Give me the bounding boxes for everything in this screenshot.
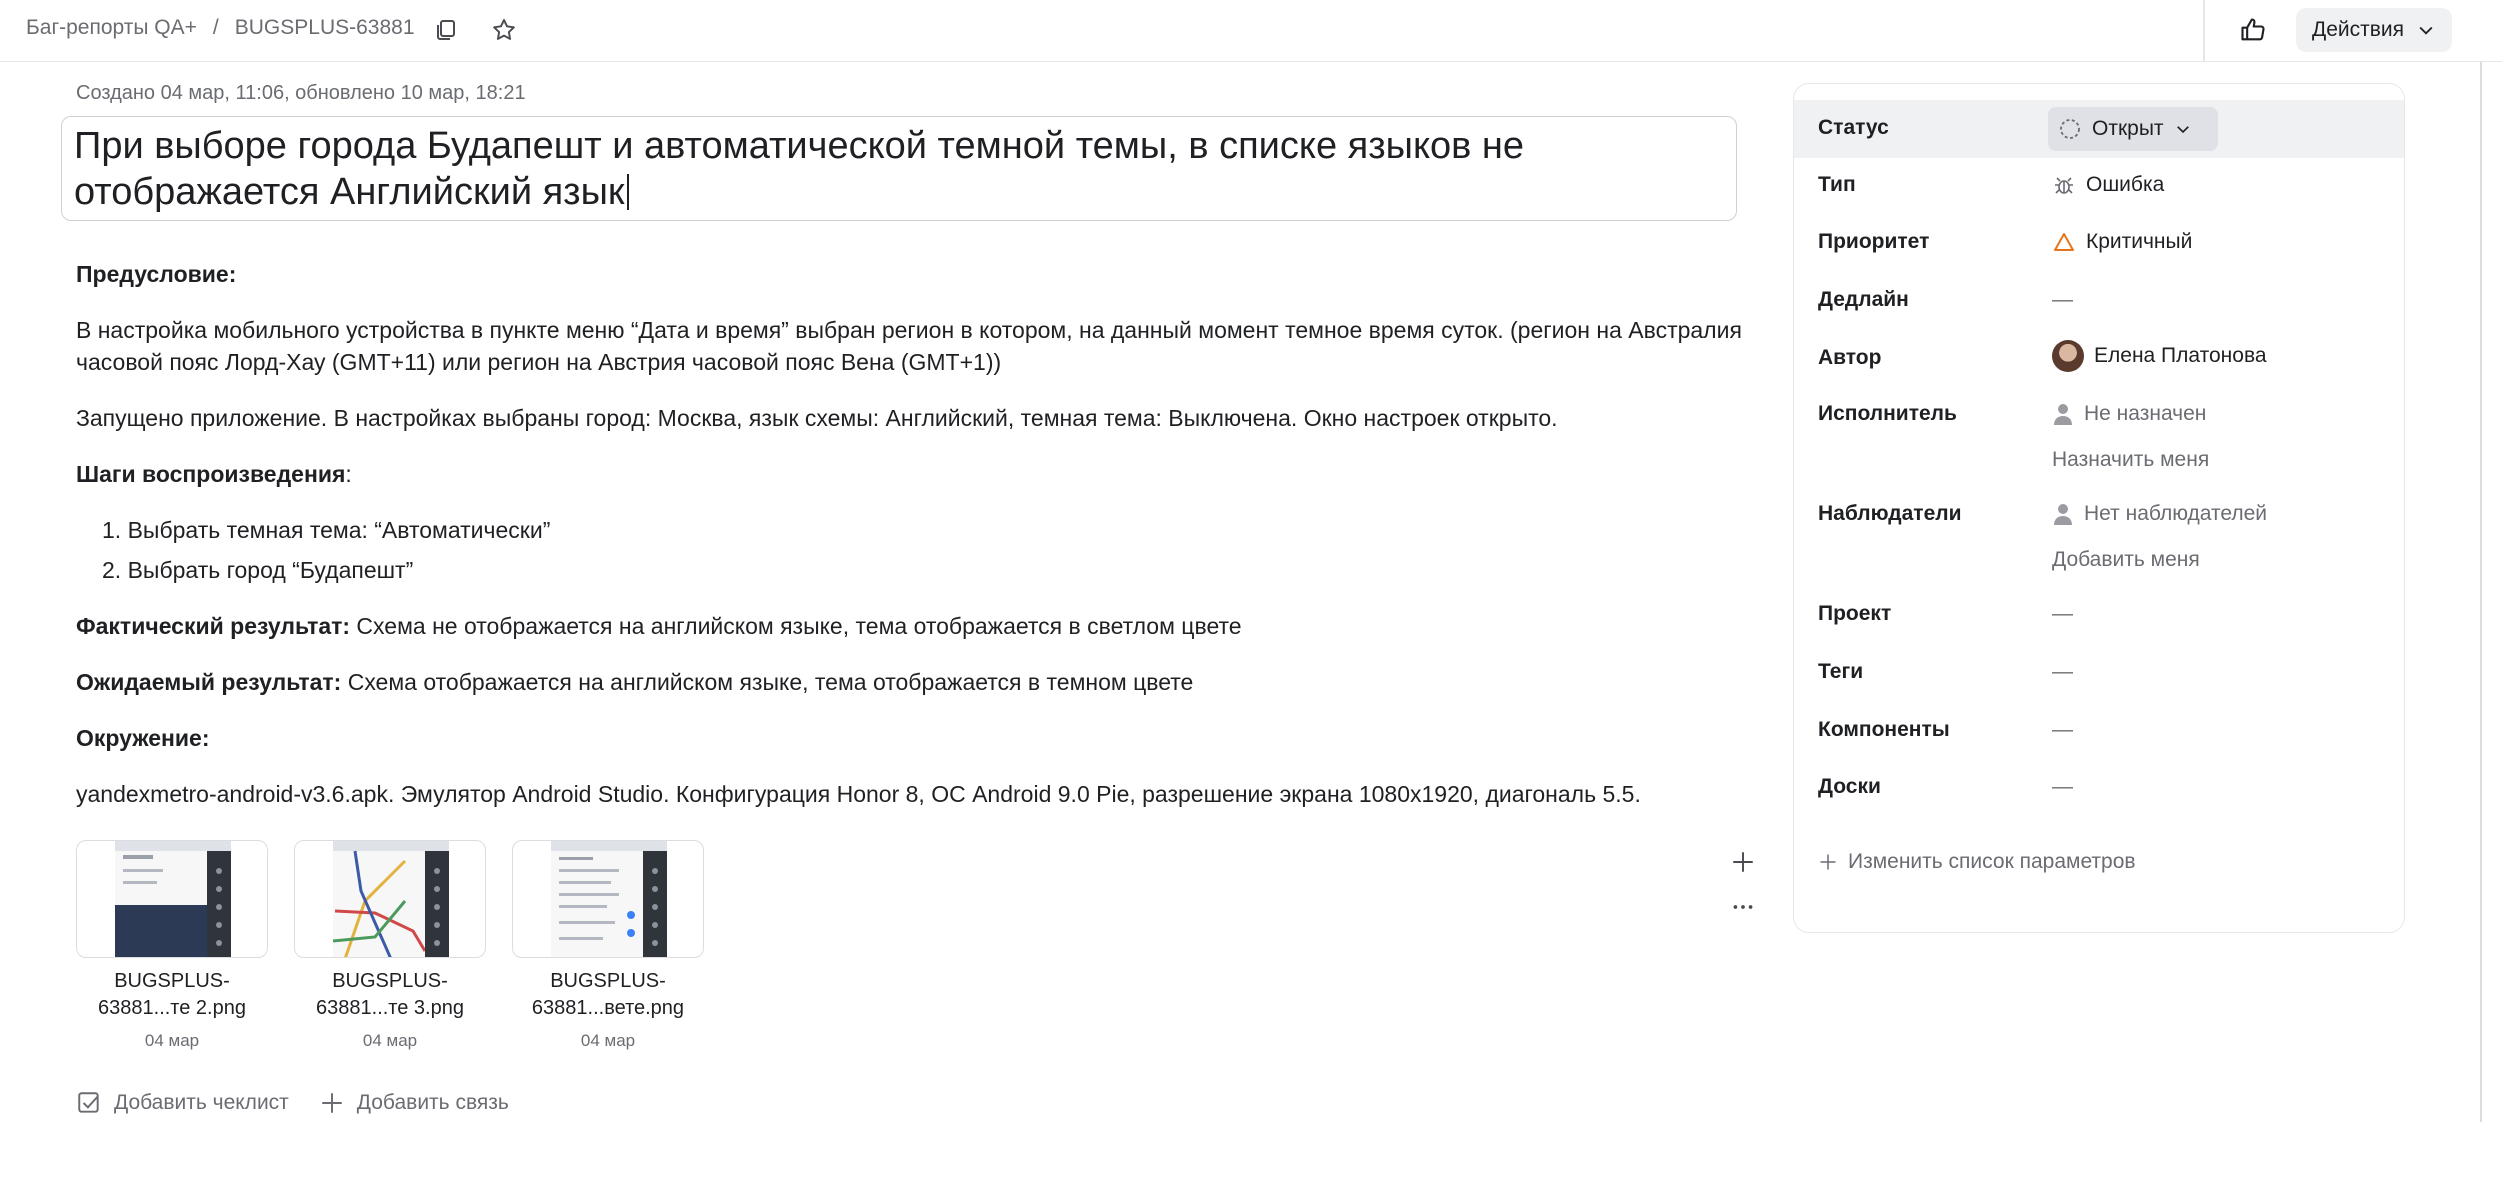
attachment-thumbnail[interactable]	[512, 840, 704, 958]
deadline-value[interactable]: —	[2052, 288, 2073, 312]
chevron-down-icon	[2176, 126, 2189, 134]
launch-text: Запущено приложение. В настройках выбран…	[76, 405, 1558, 431]
bottom-actions: Добавить чеклист Добавить связь	[76, 1090, 509, 1116]
checkbox-icon	[78, 1092, 99, 1113]
environment-text: yandexmetro-android-v3.6.apk. Эмулятор A…	[76, 781, 1641, 807]
assignee-value: Не назначен	[2084, 402, 2207, 425]
followers-field[interactable]: Нет наблюдателей	[2052, 502, 2267, 526]
plus-icon	[1820, 854, 1836, 870]
chevron-down-icon	[2419, 26, 2433, 35]
attachment-name: BUGSPLUS- 63881...вете.png	[531, 970, 685, 1019]
attachment-date: 04 мар	[580, 1031, 636, 1050]
issue-title: При выборе города Будапешт и автоматичес…	[74, 125, 1525, 213]
author-field[interactable]: Елена Платонова	[2052, 340, 2267, 372]
breadcrumb-queue[interactable]: Баг-репорты QA+	[26, 16, 197, 40]
list-item: 1. Выбрать темная тема: “Автоматически”	[102, 517, 551, 543]
more-horizontal-icon	[1733, 905, 1753, 909]
type-value: Ошибка	[2086, 173, 2165, 196]
tags-label: Теги	[1818, 660, 1864, 683]
expected-result: Ожидаемый результат: Схема отображается …	[76, 669, 1194, 695]
attachment-date: 04 мар	[362, 1031, 418, 1050]
add-link-label: Добавить связь	[356, 1091, 509, 1114]
attachment-thumbnail[interactable]	[294, 840, 486, 958]
type-label: Тип	[1818, 173, 1856, 196]
priority-label: Приоритет	[1818, 230, 1930, 253]
star-icon[interactable]	[487, 13, 521, 47]
more-options-button[interactable]	[1726, 890, 1760, 924]
attachment-item[interactable]: BUGSPLUS- 63881...те 3.png 04 мар	[294, 840, 486, 1051]
change-params-button[interactable]: Изменить список параметров	[1818, 850, 2136, 874]
priority-field[interactable]: Критичный	[2052, 230, 2192, 254]
steps-heading: Шаги воспроизведения:	[76, 461, 352, 487]
scrollbar-track[interactable]	[2480, 62, 2482, 1122]
attachment-name: BUGSPLUS- 63881...те 3.png	[316, 970, 464, 1019]
add-checklist-label: Добавить чеклист	[114, 1091, 289, 1114]
breadcrumb: Баг-репорты QA+ / BUGSPLUS-63881	[26, 16, 415, 40]
followers-value: Нет наблюдателей	[2084, 502, 2268, 525]
bug-icon	[2055, 177, 2073, 194]
add-attachment-button[interactable]	[1726, 845, 1760, 879]
status-label: Статус	[1818, 116, 1889, 139]
author-label: Автор	[1818, 346, 1882, 369]
issue-params-panel: Статус Открыт Тип Ошибка Приоритет Крити…	[1793, 83, 2405, 933]
status-open-icon	[2060, 119, 2080, 139]
topbar-divider	[2203, 0, 2205, 62]
deadline-label: Дедлайн	[1818, 288, 1909, 311]
breadcrumb-issue-key[interactable]: BUGSPLUS-63881	[235, 16, 415, 40]
assignee-label: Исполнитель	[1818, 402, 1957, 425]
precondition-text: В настройка мобильного устройства в пунк…	[76, 317, 1742, 375]
assignee-field[interactable]: Не назначен	[2052, 402, 2206, 426]
actions-button-label: Действия	[2311, 18, 2404, 41]
environment-heading: Окружение:	[76, 725, 210, 751]
add-checklist-button[interactable]: Добавить чеклист	[76, 1090, 289, 1116]
tags-value[interactable]: —	[2052, 660, 2073, 684]
copy-icon[interactable]	[429, 13, 463, 47]
actions-button[interactable]: Действия	[2296, 8, 2452, 52]
attachment-thumbnail[interactable]	[76, 840, 268, 958]
precondition-heading: Предусловие:	[76, 261, 237, 287]
author-value: Елена Платонова	[2094, 344, 2267, 367]
breadcrumb-separator: /	[212, 16, 219, 39]
project-label: Проект	[1818, 602, 1892, 625]
attachment-item[interactable]: BUGSPLUS- 63881...вете.png 04 мар	[512, 840, 704, 1051]
attachment-item[interactable]: BUGSPLUS- 63881...те 2.png 04 мар	[76, 840, 268, 1051]
steps-list: 1. Выбрать темная тема: “Автоматически” …	[102, 510, 550, 590]
components-label: Компоненты	[1818, 718, 1950, 741]
warning-triangle-icon	[2054, 233, 2074, 251]
user-icon	[2054, 404, 2072, 425]
thumbs-up-icon[interactable]	[2236, 13, 2270, 47]
issue-meta: Создано 04 мар, 11:06, обновлено 10 мар,…	[76, 82, 526, 104]
attachments-list: BUGSPLUS- 63881...те 2.png 04 мар BUGSPLU…	[76, 840, 704, 1051]
text-caret	[626, 174, 629, 210]
type-field[interactable]: Ошибка	[2052, 173, 2164, 197]
status-dropdown[interactable]: Открыт	[2048, 107, 2218, 151]
add-me-link[interactable]: Добавить меня	[2052, 548, 2200, 572]
priority-value: Критичный	[2086, 230, 2193, 253]
assign-me-link[interactable]: Назначить меня	[2052, 448, 2209, 472]
add-link-button[interactable]: Добавить связь	[319, 1090, 509, 1116]
user-icon	[2054, 504, 2072, 525]
attachment-date: 04 мар	[144, 1031, 200, 1050]
top-bar: Баг-репорты QA+ / BUGSPLUS-63881 Действи…	[0, 0, 2502, 62]
plus-icon	[1733, 852, 1753, 872]
boards-value[interactable]: —	[2052, 775, 2073, 799]
status-value: Открыт	[2092, 117, 2164, 140]
components-value[interactable]: —	[2052, 718, 2073, 742]
change-params-label: Изменить список параметров	[1848, 850, 2136, 873]
attachment-name: BUGSPLUS- 63881...те 2.png	[98, 970, 246, 1019]
issue-title-input[interactable]: При выборе города Будапешт и автоматичес…	[61, 116, 1737, 221]
avatar	[2052, 340, 2084, 372]
list-item: 2. Выбрать город “Будапешт”	[102, 557, 414, 583]
actual-result: Фактический результат: Схема не отобража…	[76, 613, 1242, 639]
plus-icon	[322, 1093, 342, 1113]
followers-label: Наблюдатели	[1818, 502, 1962, 525]
boards-label: Доски	[1818, 775, 1881, 798]
project-value[interactable]: —	[2052, 602, 2073, 626]
